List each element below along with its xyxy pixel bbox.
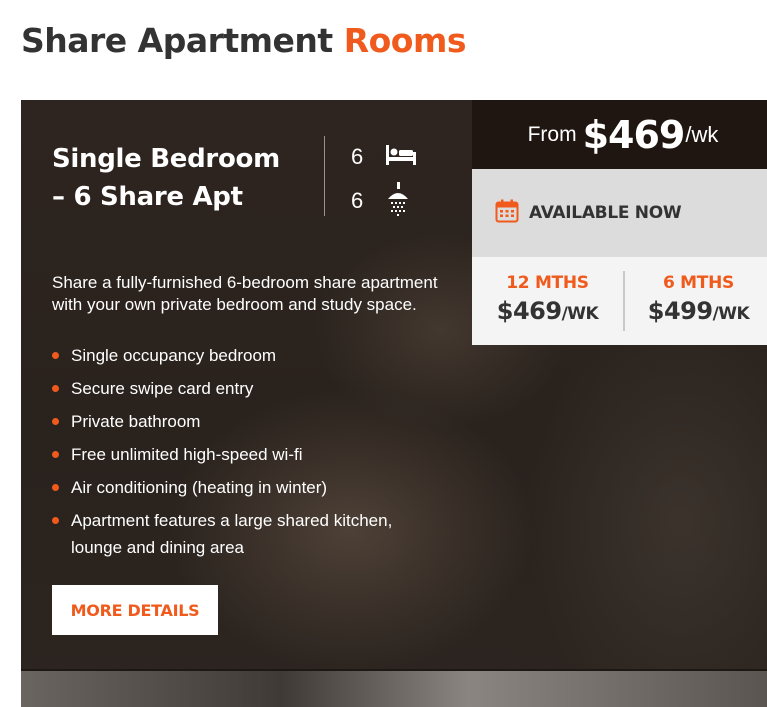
from-label: From: [527, 122, 577, 146]
term-6-months: 6 MTHS $499/WK: [623, 257, 767, 345]
term-label: 12 MTHS: [506, 273, 589, 293]
bullet-icon: [52, 517, 59, 524]
bathroom-count-value: 6: [351, 188, 364, 213]
feature-text: Secure swipe card entry: [71, 379, 254, 398]
lease-terms: 12 MTHS $469/WK 6 MTHS $499/WK: [472, 257, 767, 345]
bullet-icon: [52, 451, 59, 458]
more-details-button[interactable]: MORE DETAILS: [52, 585, 218, 635]
price-panel: From $469 /wk AVAILABLE NOW 12 MTHS $469…: [472, 100, 767, 345]
bullet-icon: [52, 418, 59, 425]
next-card-preview: [21, 671, 767, 707]
feature-item: Free unlimited high-speed wi-fi: [52, 441, 432, 468]
page-title-main: Share Apartment: [21, 21, 333, 60]
term-price: $469/WK: [472, 297, 623, 325]
page-title-accent: Rooms: [343, 21, 467, 60]
title-divider: [324, 136, 325, 216]
bullet-icon: [52, 352, 59, 359]
term-price-unit: /WK: [561, 304, 599, 324]
feature-item: Single occupancy bedroom: [52, 342, 432, 369]
from-price-bar: From $469 /wk: [472, 100, 767, 169]
bed-icon: [385, 143, 417, 172]
room-title: Single Bedroom – 6 Share Apt: [52, 144, 280, 212]
bedroom-count-value: 6: [351, 144, 364, 169]
feature-item: Secure swipe card entry: [52, 375, 432, 402]
feature-item: Apartment features a large shared kitche…: [52, 507, 432, 561]
feature-item: Private bathroom: [52, 408, 432, 435]
calendar-icon: [495, 199, 519, 228]
shower-icon: [385, 181, 411, 221]
bedroom-count: 6: [351, 142, 417, 172]
feature-text: Air conditioning (heating in winter): [71, 478, 328, 497]
feature-text: Private bathroom: [71, 412, 201, 431]
availability-bar: AVAILABLE NOW: [472, 169, 767, 257]
term-divider: [623, 271, 625, 331]
term-12-months: 12 MTHS $469/WK: [472, 257, 623, 345]
from-unit: /wk: [685, 121, 719, 147]
room-card: Single Bedroom – 6 Share Apt 6 6 Share a…: [21, 100, 767, 707]
bullet-icon: [52, 484, 59, 491]
term-price: $499/WK: [623, 297, 767, 325]
term-price-value: $469: [496, 297, 562, 325]
availability-status: AVAILABLE NOW: [529, 203, 682, 223]
bullet-icon: [52, 385, 59, 392]
term-price-value: $499: [647, 297, 713, 325]
feature-text: Apartment features a large shared kitche…: [71, 511, 393, 557]
term-price-unit: /WK: [712, 304, 750, 324]
page-title: Share Apartment Rooms: [21, 18, 466, 64]
term-label: 6 MTHS: [663, 273, 734, 293]
room-description: Share a fully-furnished 6-bedroom share …: [52, 273, 438, 314]
feature-item: Air conditioning (heating in winter): [52, 474, 432, 501]
from-price: $469: [582, 112, 686, 157]
feature-list: Single occupancy bedroom Secure swipe ca…: [52, 342, 432, 567]
bathroom-count: 6: [351, 181, 411, 216]
feature-text: Single occupancy bedroom: [71, 346, 277, 365]
feature-text: Free unlimited high-speed wi-fi: [71, 445, 303, 464]
